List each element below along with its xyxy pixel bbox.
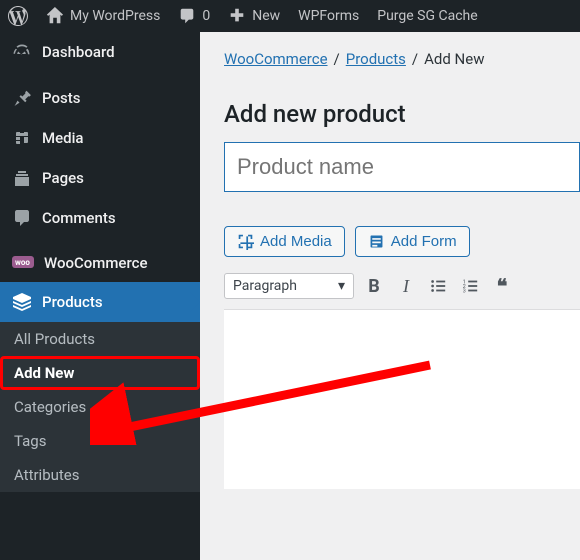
- bullet-list-button[interactable]: [426, 274, 450, 298]
- submenu-add-new[interactable]: Add New: [0, 356, 200, 390]
- purge-cache[interactable]: Purge SG Cache: [377, 8, 477, 24]
- sidebar-item-products[interactable]: Products: [0, 282, 200, 322]
- submenu-attributes[interactable]: Attributes: [0, 458, 200, 492]
- italic-button[interactable]: I: [394, 274, 418, 298]
- wpforms-link[interactable]: WPForms: [298, 8, 359, 24]
- label: Products: [42, 293, 103, 311]
- label: Posts: [42, 89, 80, 107]
- svg-text:3: 3: [463, 288, 466, 294]
- number-list-button[interactable]: 123: [458, 274, 482, 298]
- format-value: Paragraph: [233, 278, 297, 294]
- products-submenu: All Products Add New Categories Tags Att…: [0, 322, 200, 492]
- form-icon: [368, 233, 385, 250]
- ol-icon: 123: [461, 277, 479, 295]
- site-title: My WordPress: [70, 8, 160, 24]
- page-heading: Add new product: [224, 100, 580, 128]
- add-form-button[interactable]: Add Form: [355, 226, 470, 257]
- woocommerce-icon: woo: [12, 256, 34, 270]
- editor-toolbar: Paragraph ▾ B I 123 ❝: [224, 267, 580, 305]
- product-title-input[interactable]: [224, 142, 580, 192]
- sidebar-item-woocommerce[interactable]: woo WooCommerce: [0, 244, 200, 282]
- sidebar-item-media[interactable]: Media: [0, 118, 200, 158]
- label: Comments: [42, 209, 116, 227]
- new-content[interactable]: New: [228, 7, 280, 25]
- sidebar-item-dashboard[interactable]: Dashboard: [0, 32, 200, 72]
- submenu-tags[interactable]: Tags: [0, 424, 200, 458]
- label: Media: [42, 129, 84, 147]
- comments-badge: 0: [202, 8, 210, 24]
- breadcrumb: WooCommerce/Products/Add New: [200, 32, 580, 82]
- media-icon: [237, 233, 254, 250]
- plus-icon: [228, 7, 246, 25]
- chevron-down-icon: ▾: [338, 278, 345, 294]
- comments-icon: [12, 208, 32, 228]
- admin-sidebar: Dashboard Posts Media Pages Comments woo…: [0, 32, 200, 560]
- wordpress-icon: [8, 6, 28, 26]
- submenu-categories[interactable]: Categories: [0, 390, 200, 424]
- submenu-all-products[interactable]: All Products: [0, 322, 200, 356]
- admin-toolbar: My WordPress 0 New WPForms Purge SG Cach…: [0, 0, 580, 32]
- site-home[interactable]: My WordPress: [46, 7, 160, 25]
- wp-logo[interactable]: [8, 6, 28, 26]
- crumb-current: Add New: [424, 50, 484, 68]
- svg-text:woo: woo: [15, 258, 30, 267]
- quote-button[interactable]: ❝: [490, 274, 514, 298]
- sidebar-item-comments[interactable]: Comments: [0, 198, 200, 238]
- media-icon: [12, 128, 32, 148]
- products-icon: [12, 292, 32, 312]
- label: Add Form: [391, 233, 457, 250]
- label: Dashboard: [42, 43, 115, 61]
- crumb-products[interactable]: Products: [346, 50, 406, 68]
- ul-icon: [429, 277, 447, 295]
- comment-icon: [178, 7, 196, 25]
- main-content: WooCommerce/Products/Add New Add new pro…: [200, 32, 580, 560]
- add-media-button[interactable]: Add Media: [224, 226, 345, 257]
- new-label: New: [252, 8, 280, 24]
- pin-icon: [12, 88, 32, 108]
- crumb-woocommerce[interactable]: WooCommerce: [224, 50, 328, 68]
- sidebar-item-pages[interactable]: Pages: [0, 158, 200, 198]
- format-select[interactable]: Paragraph ▾: [224, 273, 354, 299]
- bold-button[interactable]: B: [362, 274, 386, 298]
- sidebar-item-posts[interactable]: Posts: [0, 78, 200, 118]
- label: Add Media: [260, 233, 332, 250]
- label: WooCommerce: [44, 254, 148, 272]
- home-icon: [46, 7, 64, 25]
- comments-count[interactable]: 0: [178, 7, 210, 25]
- editor-content[interactable]: [224, 309, 580, 489]
- dashboard-icon: [12, 42, 32, 62]
- label: Pages: [42, 169, 84, 187]
- pages-icon: [12, 168, 32, 188]
